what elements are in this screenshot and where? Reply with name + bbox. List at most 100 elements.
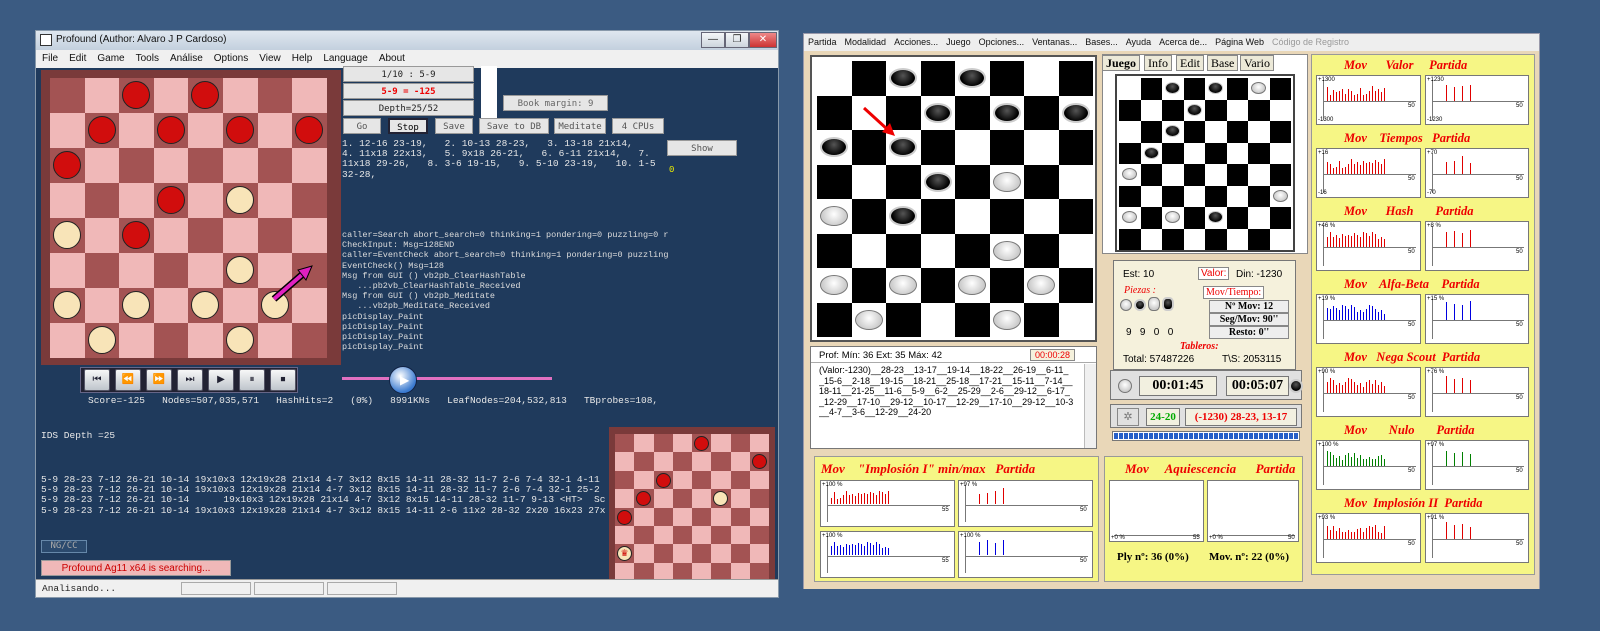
red-piece[interactable] <box>53 151 81 179</box>
stop-button[interactable]: Stop <box>388 118 428 134</box>
board-square[interactable] <box>153 148 189 183</box>
board-square[interactable] <box>84 148 120 183</box>
title-bar[interactable]: Profound (Author: Alvaro J P Cardoso) <box>36 31 778 50</box>
board-square[interactable] <box>188 323 223 358</box>
board-square[interactable] <box>955 130 990 165</box>
board-square[interactable] <box>886 233 921 268</box>
stop-icon[interactable]: ⏹ <box>270 369 296 391</box>
menu-opciones[interactable]: Opciones... <box>975 34 1029 47</box>
board-square[interactable] <box>84 253 120 288</box>
board-square[interactable] <box>257 183 293 218</box>
menu-codigo-registro[interactable]: Código de Registro <box>1268 34 1353 47</box>
menu-partida[interactable]: Partida <box>804 34 841 47</box>
pause-icon[interactable]: ⏸ <box>239 369 265 391</box>
play-icon[interactable]: ▶ <box>208 369 234 391</box>
white-piece[interactable] <box>226 186 254 214</box>
board-square[interactable] <box>817 302 852 337</box>
white-piece[interactable] <box>992 309 1021 330</box>
pv-scrollbar[interactable] <box>1084 364 1096 448</box>
board-square[interactable] <box>1024 233 1059 268</box>
board-square[interactable] <box>989 61 1024 96</box>
cpus-button[interactable]: 4 CPUs <box>612 118 664 134</box>
board-square[interactable] <box>851 268 886 303</box>
black-piece[interactable] <box>820 137 848 157</box>
white-piece[interactable] <box>53 291 81 319</box>
menu-tools[interactable]: Tools <box>130 50 164 64</box>
board-square[interactable] <box>188 218 223 253</box>
board-square[interactable] <box>886 164 921 199</box>
board-square[interactable] <box>955 199 990 234</box>
menu-options[interactable]: Options <box>208 50 253 64</box>
board-square[interactable] <box>223 218 258 253</box>
board-square[interactable] <box>851 199 886 234</box>
board-square[interactable] <box>292 218 327 253</box>
board-square[interactable] <box>257 113 293 148</box>
rewind-icon[interactable]: ⏪ <box>115 369 141 391</box>
black-piece[interactable] <box>889 68 917 88</box>
meditate-button[interactable]: Meditate <box>554 118 606 134</box>
board-square[interactable] <box>292 78 327 113</box>
menu-ayuda[interactable]: Ayuda <box>1122 34 1155 47</box>
board-square[interactable] <box>1024 130 1059 165</box>
black-piece[interactable] <box>889 137 917 157</box>
big-board[interactable] <box>817 61 1093 337</box>
board-square[interactable] <box>920 61 955 96</box>
board-square[interactable] <box>153 78 189 113</box>
board-square[interactable] <box>153 253 189 288</box>
red-piece[interactable] <box>122 221 151 249</box>
tab-edit[interactable]: Edit <box>1176 55 1204 71</box>
board-square[interactable] <box>119 148 154 183</box>
white-piece[interactable] <box>820 206 848 226</box>
first-icon[interactable]: ⏮ <box>84 369 110 391</box>
board-square[interactable] <box>817 61 852 96</box>
board-square[interactable] <box>223 288 258 323</box>
board-square[interactable] <box>920 199 955 234</box>
board-square[interactable] <box>84 183 120 218</box>
menu-file[interactable]: File <box>36 50 63 64</box>
black-piece[interactable] <box>923 171 952 192</box>
white-piece[interactable] <box>53 221 81 249</box>
board-square[interactable] <box>119 323 154 358</box>
menu-bases[interactable]: Bases... <box>1081 34 1122 47</box>
red-piece[interactable] <box>122 81 151 109</box>
board-square[interactable] <box>119 253 154 288</box>
board-square[interactable] <box>851 164 886 199</box>
seek-track[interactable] <box>342 377 552 380</box>
menu-juego[interactable]: Juego <box>942 34 975 47</box>
board-square[interactable] <box>50 183 85 218</box>
board-square[interactable] <box>1058 268 1093 303</box>
board-square[interactable] <box>153 323 189 358</box>
board-square[interactable] <box>817 233 852 268</box>
board-square[interactable] <box>257 323 293 358</box>
board-square[interactable] <box>955 233 990 268</box>
board-square[interactable] <box>292 183 327 218</box>
board-square[interactable] <box>886 302 921 337</box>
menu-game[interactable]: Game <box>91 50 129 64</box>
white-piece[interactable] <box>992 240 1021 261</box>
white-piece[interactable] <box>889 275 917 295</box>
maximize-button[interactable]: ❐ <box>725 32 749 48</box>
board-square[interactable] <box>1058 199 1093 234</box>
board-square[interactable] <box>955 95 990 130</box>
board-square[interactable] <box>84 218 120 253</box>
white-piece[interactable] <box>226 326 254 354</box>
board-square[interactable] <box>817 95 852 130</box>
menu-pagina-web[interactable]: Página Web <box>1211 34 1268 47</box>
red-piece[interactable] <box>87 116 116 144</box>
board-square[interactable] <box>1058 233 1093 268</box>
board-square[interactable] <box>851 233 886 268</box>
menu-acciones[interactable]: Acciones... <box>890 34 942 47</box>
board-square[interactable] <box>50 323 85 358</box>
board-square[interactable] <box>1024 61 1059 96</box>
board-square[interactable] <box>1024 95 1059 130</box>
board-square[interactable] <box>84 78 120 113</box>
board-square[interactable] <box>119 183 154 218</box>
tab-info[interactable]: Info <box>1144 55 1172 71</box>
white-piece[interactable] <box>958 275 986 295</box>
red-piece[interactable] <box>295 116 324 144</box>
board-square[interactable] <box>257 78 293 113</box>
board-square[interactable] <box>50 78 85 113</box>
board-square[interactable] <box>989 130 1024 165</box>
menu-language[interactable]: Language <box>317 50 373 64</box>
board-square[interactable] <box>50 113 85 148</box>
